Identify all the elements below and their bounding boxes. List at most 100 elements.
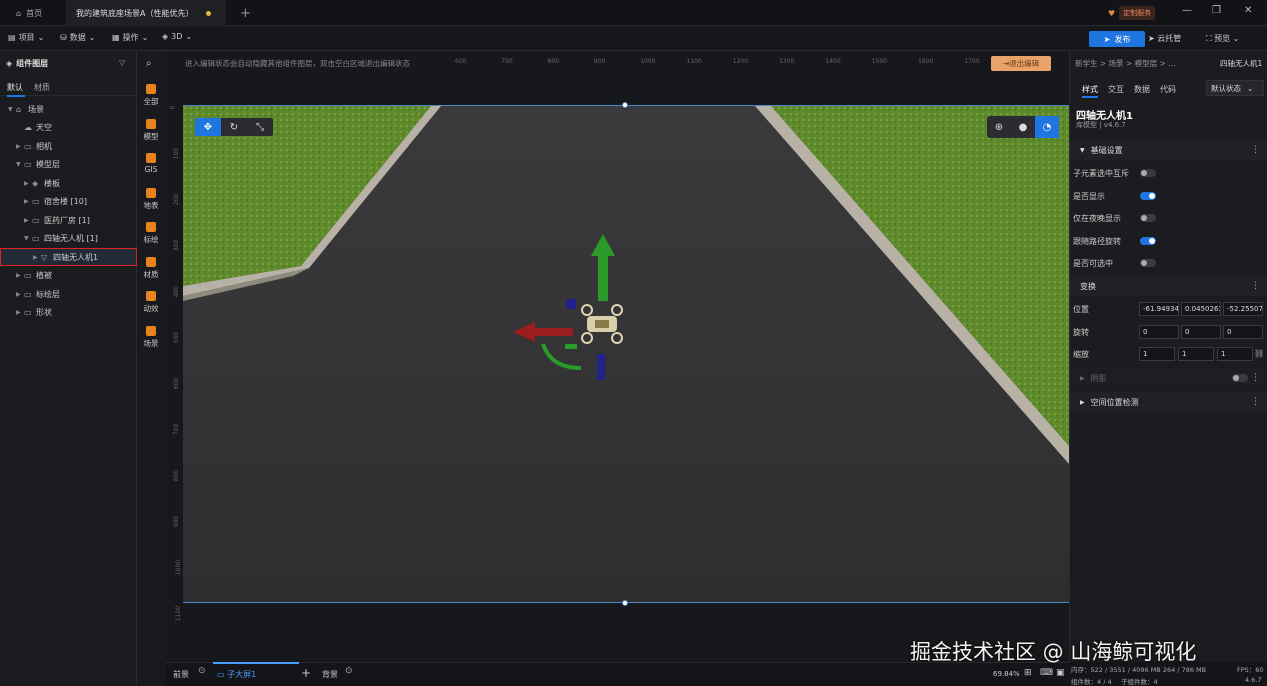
preview-button[interactable]: ⛶ 预览 ⌄ [1206, 33, 1239, 44]
layer-tree-item[interactable]: ▶ ▭ 植被 [0, 267, 137, 285]
gizmo-z-axis[interactable] [597, 354, 605, 380]
layer-tab-active[interactable]: ▭ 子大屏1 [212, 662, 300, 680]
gizmo-plane-handle[interactable] [565, 344, 577, 349]
publish-button[interactable]: ➤ 发布 [1089, 31, 1145, 47]
custom-service[interactable]: ♥ 定制服务 [1108, 6, 1156, 20]
menu-project[interactable]: ▤ 项目 ⌄ [8, 32, 44, 43]
shadow-toggle[interactable] [1232, 374, 1248, 382]
layer-tree-item[interactable]: ▼ ▭ 四轴无人机 [1] [0, 230, 137, 248]
property-toggle[interactable] [1140, 191, 1156, 200]
property-toggle[interactable] [1140, 214, 1156, 222]
zoom-level[interactable]: 69.84% [993, 670, 1020, 678]
maximize-button[interactable]: ❐ [1212, 5, 1221, 16]
layer-tree-item[interactable]: ▶ ▭ 相机 [0, 137, 137, 155]
tab-code[interactable]: 代码 [1160, 84, 1176, 95]
layer-tree-item[interactable]: ▶ ▭ 宿舍楼 [10] [0, 193, 137, 211]
selection-handle-bottom[interactable] [622, 600, 628, 606]
more-icon[interactable]: ⋮ [1251, 145, 1260, 155]
tab-style[interactable]: 样式 [1082, 84, 1098, 98]
category-scene[interactable]: 场景 [137, 325, 165, 349]
rotate-tool-icon[interactable]: ↻ [221, 118, 247, 136]
section-transform[interactable]: 变换 ⋮ [1070, 276, 1267, 296]
scale-tool-icon[interactable]: ⤡ [247, 118, 273, 136]
category-gis[interactable]: GIS [137, 153, 165, 174]
globe-icon[interactable]: ⊕ [987, 116, 1011, 138]
scale-x-input[interactable]: 1 [1139, 347, 1175, 361]
category-all[interactable]: 全部 [137, 84, 165, 107]
chevron-down-icon[interactable]: ▼ [16, 161, 24, 168]
position-x-input[interactable]: -61.94934 [1139, 302, 1179, 316]
scale-y-input[interactable]: 1 [1178, 347, 1214, 361]
search-icon[interactable]: ⌕ [146, 58, 152, 69]
gizmo-x-axis[interactable] [533, 328, 573, 336]
close-button[interactable]: ✕ [1244, 5, 1252, 16]
chevron-right-icon[interactable]: ▶ [16, 143, 24, 150]
gizmo-y-axis[interactable] [598, 251, 608, 301]
category-plot[interactable]: 标绘 [137, 222, 165, 245]
chevron-right-icon[interactable]: ▶ [33, 254, 41, 261]
scene-canvas[interactable] [183, 105, 1069, 603]
rotation-y-input[interactable]: 0 [1181, 325, 1221, 339]
menu-operation[interactable]: ▦ 操作 ⌄ [112, 32, 148, 43]
layer-tree-item[interactable]: ▶ ▽ 四轴无人机1 [0, 248, 137, 266]
settings-icon[interactable]: ⊙ [198, 666, 206, 676]
orbit-icon[interactable]: ◔ [1035, 116, 1059, 138]
tab-home[interactable]: ⌂ 首页 [6, 0, 52, 26]
cloud-hosting-button[interactable]: ➤ 云托管 [1148, 33, 1181, 44]
layer-tree-item[interactable]: ▶ ▭ 医药厂房 [1] [0, 211, 137, 229]
image-icon[interactable]: ▣ [1056, 668, 1065, 678]
chevron-right-icon[interactable]: ▶ [16, 309, 24, 316]
chevron-right-icon[interactable]: ▶ [24, 217, 32, 224]
property-toggle[interactable] [1140, 236, 1156, 245]
menu-3d[interactable]: ◈ 3D ⌄ [162, 32, 192, 41]
move-tool-icon[interactable]: ✥ [195, 118, 221, 136]
viewport[interactable]: 进入编辑状态会自动隐藏其他组件图层，双击空白区域退出编辑状态 600 700 800… [165, 52, 1069, 662]
layer-tree-item[interactable]: ☁ 天空 [0, 119, 137, 137]
scale-z-input[interactable]: 1 [1217, 347, 1253, 361]
grid-icon[interactable]: ⊞ [1024, 668, 1032, 678]
breadcrumb[interactable]: 新学生 > 场景 > 模型层 > … [1075, 58, 1176, 69]
property-toggle[interactable] [1140, 169, 1156, 177]
sphere-icon[interactable]: ● [1011, 116, 1035, 138]
gizmo-plane-handle[interactable] [566, 299, 576, 309]
layer-tree-item[interactable]: ▶ ◈ 楼板 [0, 174, 137, 192]
tab-data[interactable]: 数据 [1134, 84, 1150, 95]
chevron-down-icon[interactable]: ▼ [8, 106, 16, 113]
layer-tree-item[interactable]: ▼ ▭ 模型层 [0, 156, 137, 174]
category-effect[interactable]: 动效 [137, 291, 165, 314]
tab-default[interactable]: 默认 [7, 82, 25, 97]
add-layer-button[interactable]: + [301, 666, 311, 680]
chevron-right-icon[interactable]: ▶ [16, 272, 24, 279]
more-icon[interactable]: ⋮ [1251, 281, 1260, 291]
new-tab-button[interactable]: + [230, 0, 261, 26]
link-icon[interactable]: ⛓ [1254, 349, 1264, 358]
layer-tree-item[interactable]: ▶ ▭ 形状 [0, 304, 137, 322]
rotation-x-input[interactable]: 0 [1139, 325, 1179, 339]
position-z-input[interactable]: -52.25507 [1223, 302, 1263, 316]
section-basic[interactable]: ▼ 基础设置 ⋮ [1070, 140, 1267, 160]
tab-scene[interactable]: 我的建筑底座场景A（性能优先） [66, 0, 226, 26]
property-toggle[interactable] [1140, 259, 1156, 267]
category-model[interactable]: 模型 [137, 118, 165, 142]
layer-tree-item[interactable]: ▶ ▭ 标绘层 [0, 285, 137, 303]
state-select[interactable]: 默认状态 ⌄ [1206, 80, 1264, 96]
chevron-right-icon[interactable]: ▶ [16, 291, 24, 298]
settings-icon[interactable]: ⊙ [345, 666, 353, 676]
filter-icon[interactable]: ▽ [119, 58, 125, 67]
section-spatial[interactable]: ▶ 空间位置检测 ⋮ [1070, 392, 1267, 412]
category-material[interactable]: 材质 [137, 256, 165, 280]
more-icon[interactable]: ⋮ [1251, 397, 1260, 407]
tab-material[interactable]: 材质 [34, 82, 50, 93]
rotation-z-input[interactable]: 0 [1223, 325, 1263, 339]
background-tab[interactable]: 背景 [322, 669, 338, 680]
chevron-down-icon[interactable]: ▼ [24, 235, 32, 242]
category-surface[interactable]: 地表 [137, 187, 165, 211]
menu-data[interactable]: ⛁ 数据 ⌄ [60, 32, 95, 43]
chevron-right-icon[interactable]: ▶ [24, 198, 32, 205]
minimize-button[interactable]: — [1182, 5, 1192, 16]
selection-handle-top[interactable] [622, 102, 628, 108]
exit-edit-button[interactable]: ⇥ 退出编辑 [991, 56, 1051, 71]
keyboard-icon[interactable]: ⌨ [1040, 668, 1053, 678]
tab-interaction[interactable]: 交互 [1108, 84, 1124, 95]
more-icon[interactable]: ⋮ [1251, 373, 1260, 383]
